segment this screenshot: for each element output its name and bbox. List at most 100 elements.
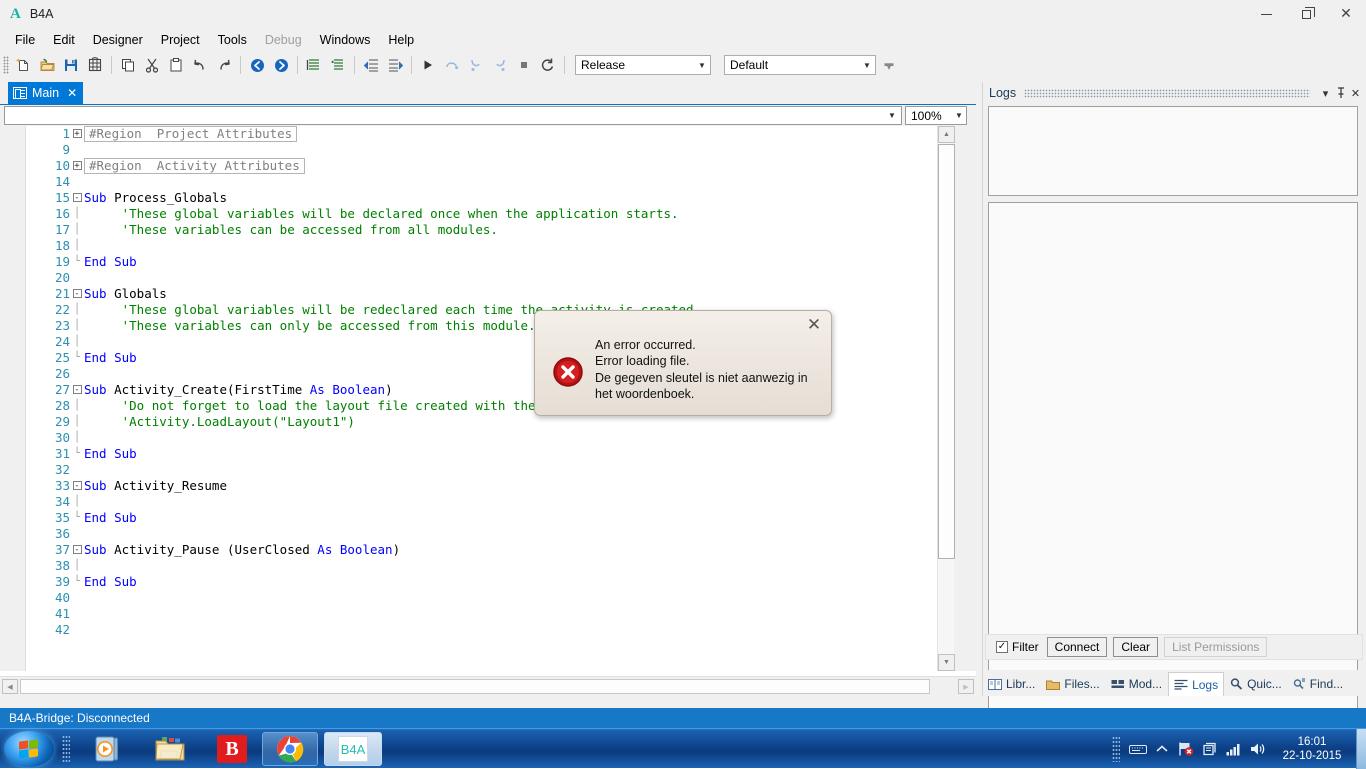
b4a-taskbar-label: B4A bbox=[338, 736, 368, 762]
cut-icon[interactable] bbox=[140, 53, 164, 77]
copy-icon[interactable] bbox=[116, 53, 140, 77]
restart-icon[interactable] bbox=[536, 53, 560, 77]
step-out-icon[interactable] bbox=[488, 53, 512, 77]
open-folder-icon[interactable] bbox=[35, 53, 59, 77]
taskbar-grip[interactable] bbox=[62, 735, 70, 763]
build-mode-combo[interactable]: Release ▼ bbox=[575, 55, 711, 75]
stop-icon[interactable] bbox=[512, 53, 536, 77]
volume-icon[interactable] bbox=[1246, 729, 1270, 769]
b4a-taskbar-item[interactable]: B4A bbox=[324, 732, 382, 766]
tab-logs[interactable]: Logs bbox=[1168, 672, 1225, 696]
connect-button[interactable]: Connect bbox=[1046, 637, 1108, 657]
tab-modules[interactable]: Mod... bbox=[1106, 672, 1167, 696]
line-number: 25 bbox=[54, 350, 70, 365]
outdent-icon[interactable] bbox=[359, 53, 383, 77]
tab-files[interactable]: Files... bbox=[1041, 672, 1104, 696]
step-over-icon[interactable] bbox=[440, 53, 464, 77]
indent-icon[interactable] bbox=[383, 53, 407, 77]
editor-vertical-scrollbar[interactable]: ▲ ▼ bbox=[937, 126, 955, 671]
network-flag-icon[interactable] bbox=[1174, 729, 1198, 769]
menu-edit[interactable]: Edit bbox=[44, 30, 84, 50]
keyboard-icon[interactable] bbox=[1126, 729, 1150, 769]
tab-main[interactable]: Main ✕ bbox=[8, 82, 84, 104]
logs-filter-output-box[interactable] bbox=[988, 106, 1358, 196]
fold-toggle-icon[interactable]: + bbox=[70, 126, 84, 142]
error-line-4: het woordenboek. bbox=[595, 386, 695, 401]
signal-icon[interactable] bbox=[1222, 729, 1246, 769]
comment-block-icon[interactable] bbox=[302, 53, 326, 77]
code-navigation-combo[interactable]: ▼ bbox=[4, 106, 902, 125]
show-desktop-button[interactable] bbox=[1356, 729, 1366, 769]
panel-drag-handle[interactable] bbox=[1024, 88, 1310, 98]
window-title: B4A bbox=[29, 7, 54, 21]
menu-project[interactable]: Project bbox=[152, 30, 209, 50]
region-marker[interactable]: #Region Activity Attributes bbox=[84, 158, 305, 174]
menu-windows[interactable]: Windows bbox=[311, 30, 380, 50]
error-dialog-close-button[interactable]: ✕ bbox=[805, 317, 823, 335]
scroll-left-button[interactable]: ◀ bbox=[2, 679, 18, 694]
chrome-taskbar-item[interactable] bbox=[262, 732, 318, 766]
logs-icon bbox=[1174, 679, 1188, 690]
line-number: 40 bbox=[54, 590, 70, 605]
back-navigate-icon[interactable] bbox=[245, 53, 269, 77]
fold-toggle-icon[interactable]: - bbox=[70, 478, 84, 494]
fold-toggle-icon[interactable]: + bbox=[70, 158, 84, 174]
bitdefender-taskbar-item[interactable]: B bbox=[204, 732, 260, 766]
paste-icon[interactable] bbox=[164, 53, 188, 77]
menu-file[interactable]: File bbox=[6, 30, 44, 50]
region-marker[interactable]: #Region Project Attributes bbox=[84, 126, 298, 142]
tab-quick-search[interactable]: Quic... bbox=[1225, 672, 1287, 696]
device-select-combo[interactable]: Default ▼ bbox=[724, 55, 876, 75]
forward-navigate-icon[interactable] bbox=[269, 53, 293, 77]
menu-help[interactable]: Help bbox=[379, 30, 423, 50]
panel-close-icon[interactable]: ✕ bbox=[1348, 84, 1363, 102]
fold-toggle-icon[interactable]: - bbox=[70, 542, 84, 558]
save-all-icon[interactable] bbox=[83, 53, 107, 77]
zoom-level-combo[interactable]: 100% ▼ bbox=[905, 106, 967, 125]
file-explorer-taskbar-item[interactable] bbox=[142, 732, 198, 766]
maximize-button[interactable] bbox=[1286, 0, 1326, 28]
line-number: 10 bbox=[54, 158, 70, 173]
clock[interactable]: 16:01 22-10-2015 bbox=[1270, 729, 1354, 769]
menu-designer[interactable]: Designer bbox=[84, 30, 152, 50]
filter-checkbox-wrapper[interactable]: ✓ Filter bbox=[996, 640, 1039, 654]
horizontal-scroll-thumb[interactable] bbox=[20, 679, 930, 694]
scroll-down-button[interactable]: ▼ bbox=[938, 654, 955, 671]
close-button[interactable]: ✕ bbox=[1326, 0, 1366, 28]
toolbar-grip[interactable] bbox=[3, 56, 9, 74]
title-bar: A B4A ✕ bbox=[0, 0, 1366, 28]
line-number: 15 bbox=[54, 190, 70, 205]
minimize-button[interactable] bbox=[1246, 0, 1286, 28]
undo-icon[interactable] bbox=[188, 53, 212, 77]
new-file-icon[interactable] bbox=[11, 53, 35, 77]
show-hidden-icons-icon[interactable] bbox=[1150, 729, 1174, 769]
scroll-right-button[interactable]: ▶ bbox=[958, 679, 974, 694]
panel-options-chevron-icon[interactable]: ▾ bbox=[1318, 84, 1333, 102]
pin-icon[interactable] bbox=[1333, 84, 1348, 102]
tab-close-icon[interactable]: ✕ bbox=[67, 87, 77, 99]
uncomment-block-icon[interactable] bbox=[326, 53, 350, 77]
start-button[interactable] bbox=[4, 731, 54, 767]
action-center-icon[interactable] bbox=[1198, 729, 1222, 769]
scroll-up-button[interactable]: ▲ bbox=[938, 126, 955, 143]
menu-debug: Debug bbox=[264, 33, 302, 47]
windows-media-player-taskbar-item[interactable] bbox=[80, 732, 136, 766]
fold-toggle-icon[interactable]: - bbox=[70, 286, 84, 302]
vertical-scroll-thumb[interactable] bbox=[938, 144, 955, 559]
filter-checkbox[interactable]: ✓ bbox=[996, 641, 1008, 653]
line-number: 27 bbox=[54, 382, 70, 397]
menu-tools[interactable]: Tools bbox=[209, 30, 256, 50]
tray-grip[interactable] bbox=[1112, 736, 1120, 762]
fold-toggle-icon[interactable]: - bbox=[70, 382, 84, 398]
save-icon[interactable] bbox=[59, 53, 83, 77]
fold-toggle-icon[interactable]: - bbox=[70, 190, 84, 206]
code-line: 40 bbox=[26, 590, 948, 606]
editor-horizontal-scrollbar[interactable]: ◀ ▶ bbox=[0, 676, 976, 696]
toolbar-overflow-button[interactable]: ▬ ▾ bbox=[884, 59, 894, 72]
clear-button[interactable]: Clear bbox=[1113, 637, 1159, 657]
tab-libraries[interactable]: Libr... bbox=[983, 672, 1040, 696]
run-icon[interactable] bbox=[416, 53, 440, 77]
tab-find[interactable]: Find... bbox=[1288, 672, 1348, 696]
step-into-icon[interactable] bbox=[464, 53, 488, 77]
redo-icon[interactable] bbox=[212, 53, 236, 77]
